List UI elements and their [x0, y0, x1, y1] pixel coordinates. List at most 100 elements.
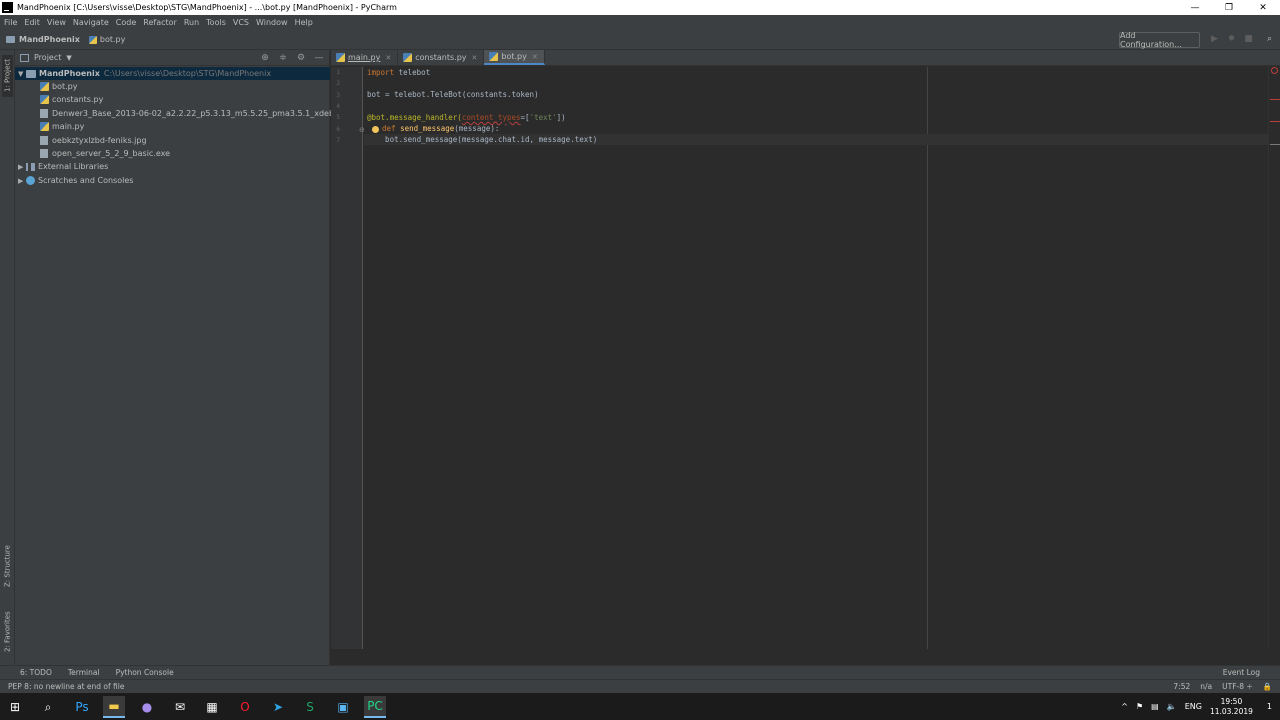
locate-icon[interactable]: ⊕: [259, 53, 271, 63]
chevron-up-icon[interactable]: ^: [1121, 702, 1128, 711]
code-line-3[interactable]: bot = telebot.TeleBot(constants.token): [367, 89, 539, 100]
tab-bot-py[interactable]: bot.py ✕: [484, 50, 545, 65]
debug-icon[interactable]: ✹: [1227, 35, 1236, 44]
close-button[interactable]: ✕: [1246, 0, 1280, 15]
window-app-icon[interactable]: ▣: [332, 696, 354, 718]
file-encoding[interactable]: UTF-8 ÷: [1222, 682, 1253, 691]
tree-scratches[interactable]: ▶ Scratches and Consoles: [18, 174, 133, 187]
chevron-down-icon[interactable]: ▼: [66, 54, 71, 62]
breadcrumb-project[interactable]: MandPhoenix: [19, 35, 80, 44]
code-line-5[interactable]: @bot.message_handler(content_types=['tex…: [367, 112, 566, 123]
tree-file-label: Denwer3_Base_2013-06-02_a2.2.22_p5.3.13_…: [52, 109, 361, 118]
add-configuration-button[interactable]: Add Configuration...: [1119, 31, 1200, 49]
system-tray: ^ ⚑ ▤ 🔈 ENG 19:50 11.03.2019 1: [1121, 693, 1280, 720]
editor-gutter[interactable]: 1 2 3 4 5 6 7 ⊖: [331, 67, 365, 649]
todo-tool-button[interactable]: 6: TODO: [20, 668, 52, 677]
pycharm-taskbar-icon[interactable]: PC: [364, 696, 386, 718]
project-tool-tab[interactable]: 1: Project: [2, 55, 13, 97]
expand-arrow-icon[interactable]: ▶: [18, 163, 26, 171]
run-icon[interactable]: ▶: [1210, 35, 1219, 44]
status-message: PEP 8: no newline at end of file: [8, 682, 125, 691]
tab-constants-py[interactable]: constants.py ✕: [398, 50, 485, 65]
file-explorer-icon[interactable]: ▬: [103, 696, 125, 718]
photoshop-icon[interactable]: Ps: [71, 696, 93, 718]
expand-arrow-icon[interactable]: ▶: [18, 177, 26, 185]
expand-arrow-icon[interactable]: ▼: [18, 70, 26, 78]
terminal-tool-button[interactable]: Terminal: [68, 668, 100, 677]
menu-code[interactable]: Code: [116, 18, 136, 27]
tree-file-main[interactable]: main.py: [40, 120, 84, 133]
hide-icon[interactable]: —: [313, 53, 325, 63]
tree-file-openserver[interactable]: open_server_5_2_9_basic.exe: [40, 147, 170, 160]
folder-icon: [6, 36, 15, 43]
menu-file[interactable]: File: [4, 18, 17, 27]
menu-bar: File Edit View Navigate Code Refactor Ru…: [0, 15, 1280, 30]
input-language[interactable]: ENG: [1185, 702, 1202, 711]
notifications-icon[interactable]: 1: [1267, 702, 1272, 711]
close-tab-icon[interactable]: ✕: [532, 53, 538, 61]
search-icon[interactable]: ⌕: [37, 696, 59, 718]
tree-external-libraries[interactable]: ▶ External Libraries: [18, 160, 108, 173]
close-tab-icon[interactable]: ✕: [385, 54, 391, 62]
menu-run[interactable]: Run: [184, 18, 199, 27]
code-editor[interactable]: [364, 67, 1268, 649]
warning-mark[interactable]: [1270, 144, 1280, 145]
caret-position[interactable]: 7:52: [1173, 682, 1190, 691]
project-view-selector[interactable]: Project: [34, 53, 61, 62]
favorites-tool-tab[interactable]: 2: Favorites: [2, 606, 13, 658]
menu-vcs[interactable]: VCS: [233, 18, 249, 27]
gear-icon[interactable]: ⚙: [295, 53, 307, 63]
volume-icon[interactable]: 🔈: [1167, 702, 1177, 711]
app-icon[interactable]: S: [299, 696, 321, 718]
code-line-7[interactable]: bot.send_message(message.chat.id, messag…: [364, 134, 1268, 145]
tree-file-label: bot.py: [52, 82, 78, 91]
restore-button[interactable]: ❐: [1212, 0, 1246, 15]
code-token: def: [382, 124, 396, 133]
code-line-1[interactable]: import telebot: [367, 67, 430, 78]
project-panel: Project ▼ ⊕ ≑ ⚙ — ▼ MandPhoenix C:\Users…: [15, 50, 361, 665]
clock[interactable]: 19:50 11.03.2019: [1210, 697, 1253, 717]
lightbulb-icon[interactable]: [372, 125, 379, 133]
menu-edit[interactable]: Edit: [24, 18, 40, 27]
breadcrumb-file[interactable]: bot.py: [100, 35, 125, 44]
opera-icon[interactable]: O: [234, 696, 256, 718]
mail-icon[interactable]: ✉: [169, 696, 191, 718]
code-line-6[interactable]: def send_message(message):: [372, 123, 499, 134]
menu-refactor[interactable]: Refactor: [143, 18, 177, 27]
menu-navigate[interactable]: Navigate: [73, 18, 109, 27]
network-icon[interactable]: ▤: [1151, 702, 1159, 711]
event-log-button[interactable]: Event Log: [1223, 668, 1260, 677]
minimize-button[interactable]: —: [1178, 0, 1212, 15]
lock-icon[interactable]: 🔒: [1263, 682, 1272, 691]
tree-root-folder[interactable]: ▼ MandPhoenix C:\Users\visse\Desktop\STG…: [15, 67, 330, 80]
store-icon[interactable]: ▦: [201, 696, 223, 718]
windows-start-icon[interactable]: ⊞: [4, 696, 26, 718]
error-mark[interactable]: [1270, 99, 1280, 100]
error-mark[interactable]: [1270, 121, 1280, 122]
app-icon[interactable]: ●: [136, 696, 158, 718]
menu-view[interactable]: View: [47, 18, 66, 27]
telegram-icon[interactable]: ➤: [267, 696, 289, 718]
error-indicator-icon[interactable]: [1271, 67, 1278, 74]
structure-tool-tab[interactable]: Z: Structure: [2, 540, 13, 592]
stop-icon[interactable]: ■: [1244, 35, 1253, 44]
tree-file-jpg[interactable]: oebkztyxlzbd-feniks.jpg: [40, 134, 147, 147]
menu-tools[interactable]: Tools: [206, 18, 226, 27]
tab-main-py[interactable]: main.py ✕: [331, 50, 399, 65]
code-token: content_types: [461, 113, 521, 122]
menu-help[interactable]: Help: [295, 18, 313, 27]
tree-file-denwer[interactable]: Denwer3_Base_2013-06-02_a2.2.22_p5.3.13_…: [40, 107, 361, 120]
error-stripe[interactable]: [1268, 67, 1280, 649]
flag-icon[interactable]: ⚑: [1136, 702, 1143, 711]
python-console-tool-button[interactable]: Python Console: [116, 668, 174, 677]
tree-file-bot[interactable]: bot.py: [40, 80, 77, 93]
folder-icon: [26, 69, 36, 78]
code-token: ]): [556, 113, 566, 122]
search-icon[interactable]: ⌕: [1265, 35, 1274, 44]
menu-window[interactable]: Window: [256, 18, 288, 27]
code-token: @bot.message_handler(: [367, 113, 462, 122]
close-tab-icon[interactable]: ✕: [472, 54, 478, 62]
line-separator[interactable]: n/a: [1200, 682, 1212, 691]
collapse-icon[interactable]: ≑: [277, 53, 289, 63]
tree-file-constants[interactable]: constants.py: [40, 93, 103, 106]
